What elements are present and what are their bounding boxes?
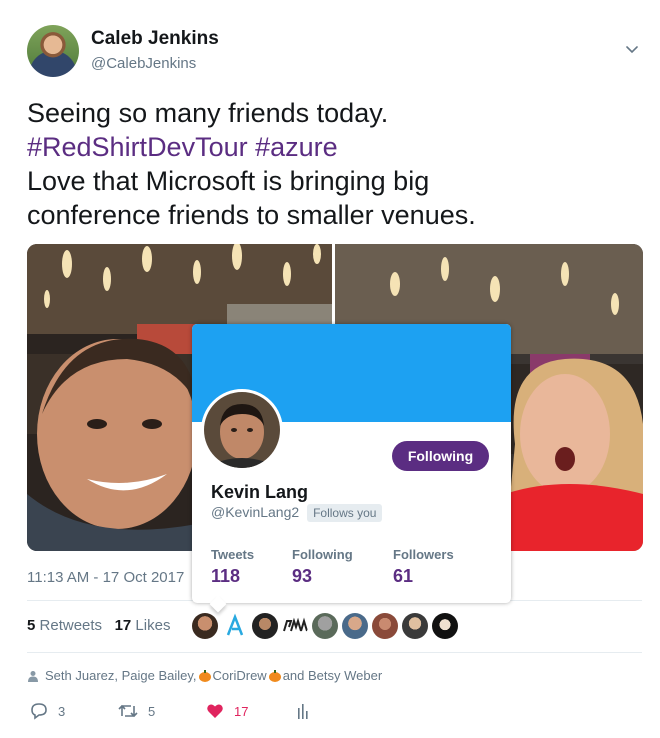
analytics-button[interactable] bbox=[296, 702, 320, 720]
liked-by-names[interactable]: and Betsy Weber bbox=[283, 668, 382, 683]
like-count: 17 bbox=[234, 703, 249, 719]
liker-avatar[interactable] bbox=[282, 613, 308, 639]
author-name[interactable]: Caleb Jenkins bbox=[91, 28, 219, 50]
likes-label: Likes bbox=[135, 617, 171, 634]
liked-by-line: Seth Juarez, Paige Bailey, CoriDrew and … bbox=[27, 668, 382, 683]
followers-stat[interactable]: Followers 61 bbox=[393, 547, 454, 587]
pma-logo-icon bbox=[283, 617, 308, 632]
avatar-photo bbox=[204, 392, 280, 468]
following-button[interactable]: Following bbox=[392, 441, 489, 471]
liker-avatar[interactable] bbox=[252, 613, 278, 639]
follows-you-badge: Follows you bbox=[307, 504, 383, 522]
likers-avatars bbox=[192, 613, 458, 641]
tweets-stat[interactable]: Tweets 118 bbox=[211, 547, 254, 587]
liker-avatar[interactable] bbox=[372, 613, 398, 639]
following-stat[interactable]: Following 93 bbox=[292, 547, 353, 587]
tweet-line: conference friends to smaller venues. bbox=[27, 200, 476, 230]
tweet-text: Seeing so many friends today. #RedShirtD… bbox=[27, 96, 637, 232]
retweets-stat[interactable]: 5 Retweets bbox=[27, 617, 102, 634]
liker-avatar[interactable] bbox=[192, 613, 218, 639]
reply-count: 3 bbox=[58, 703, 66, 719]
tweet-line: Love that Microsoft is bringing big bbox=[27, 166, 430, 196]
divider bbox=[27, 652, 642, 653]
retweet-count: 5 bbox=[148, 703, 156, 719]
followers-value: 61 bbox=[393, 566, 414, 586]
tweet-actions: 3 5 17 bbox=[30, 702, 330, 726]
chevron-down-icon[interactable] bbox=[624, 41, 640, 57]
liker-avatar[interactable] bbox=[342, 613, 368, 639]
pumpkin-icon bbox=[198, 669, 211, 682]
reply-button[interactable]: 3 bbox=[30, 702, 65, 720]
hovercard-caret bbox=[209, 595, 227, 613]
liker-avatar[interactable] bbox=[402, 613, 428, 639]
tweet-timestamp[interactable]: 11:13 AM - 17 Oct 2017 bbox=[27, 569, 184, 586]
liked-by-names[interactable]: Seth Juarez, Paige Bailey, bbox=[45, 668, 197, 683]
hovercard-avatar[interactable] bbox=[201, 389, 283, 471]
likes-count: 17 bbox=[114, 617, 132, 634]
engagement-counts: 5 Retweets 17 Likes bbox=[27, 617, 170, 634]
tweet-line: Seeing so many friends today. bbox=[27, 98, 389, 128]
person-icon bbox=[28, 670, 38, 682]
like-button[interactable]: 17 bbox=[206, 702, 248, 720]
liked-by-names[interactable]: CoriDrew bbox=[213, 668, 267, 683]
retweets-count: 5 bbox=[27, 617, 36, 634]
liker-avatar[interactable] bbox=[312, 613, 338, 639]
azure-logo-icon bbox=[226, 613, 244, 636]
hovercard-name[interactable]: Kevin Lang bbox=[211, 482, 308, 503]
following-value: 93 bbox=[292, 566, 313, 586]
reply-icon bbox=[31, 703, 47, 720]
analytics-icon bbox=[298, 704, 308, 719]
author-handle[interactable]: @CalebJenkins bbox=[91, 55, 196, 72]
retweet-button[interactable]: 5 bbox=[118, 702, 155, 720]
hovercard-handle[interactable]: @KevinLang2 bbox=[211, 504, 299, 520]
liker-avatar[interactable] bbox=[432, 613, 458, 639]
tweets-label: Tweets bbox=[211, 547, 255, 562]
heart-icon bbox=[207, 704, 223, 718]
following-label: Following bbox=[292, 547, 353, 562]
tweets-value: 118 bbox=[211, 566, 241, 586]
followers-label: Followers bbox=[393, 547, 454, 562]
profile-hovercard: Following Kevin Lang @KevinLang2 Follows… bbox=[192, 324, 511, 613]
hashtag-link[interactable]: #RedShirtDevTour bbox=[27, 132, 248, 162]
hashtag-link[interactable]: #azure bbox=[255, 132, 338, 162]
hovercard-handle-row: @KevinLang2 Follows you bbox=[211, 504, 383, 522]
retweets-label: Retweets bbox=[39, 617, 103, 634]
liker-avatar[interactable] bbox=[222, 613, 248, 639]
pumpkin-icon bbox=[268, 669, 281, 682]
tweet-hashtags: #RedShirtDevTour #azure bbox=[27, 130, 637, 164]
likes-stat[interactable]: 17 Likes bbox=[115, 617, 171, 634]
retweet-icon bbox=[118, 704, 138, 718]
author-avatar[interactable] bbox=[27, 25, 79, 77]
